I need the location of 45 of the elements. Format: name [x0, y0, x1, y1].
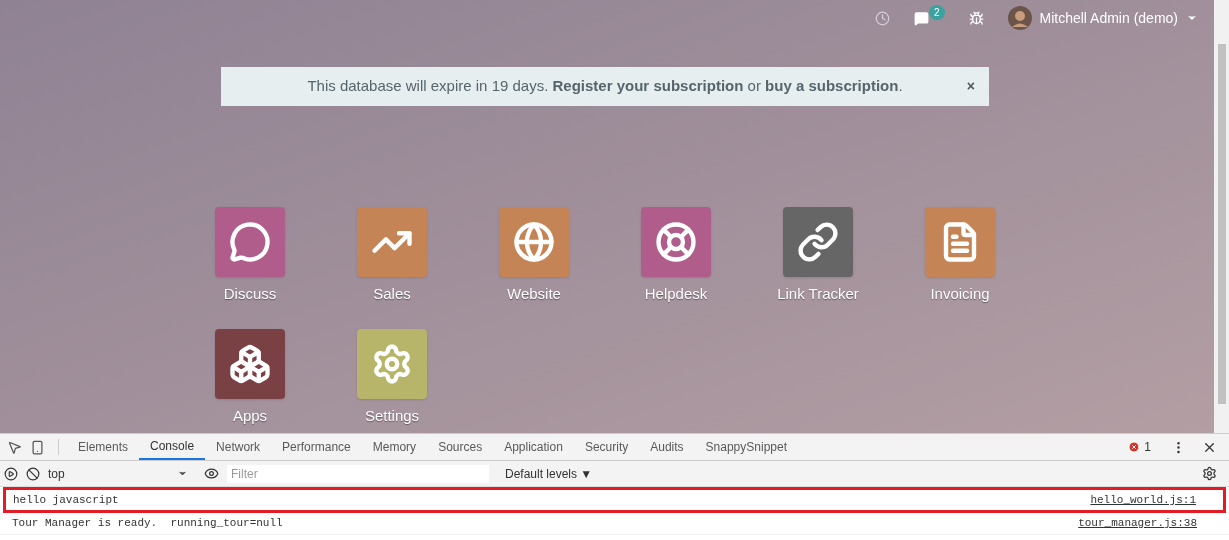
- lifebuoy-icon: [655, 221, 697, 263]
- chat-icon[interactable]: [913, 10, 929, 26]
- avatar[interactable]: [1007, 6, 1032, 30]
- chain-link-icon: [797, 221, 839, 263]
- devtools-tab[interactable]: Audits: [639, 434, 695, 460]
- source-link[interactable]: hello_world.js:1: [1090, 491, 1196, 509]
- devtools-tab[interactable]: Memory: [361, 434, 428, 460]
- app-tile[interactable]: [357, 207, 427, 277]
- message-text: Tour Manager is ready. running_tour=null: [12, 516, 283, 532]
- devtools-tab[interactable]: Sources: [427, 434, 494, 460]
- source-link[interactable]: tour_manager.js:38: [1078, 515, 1197, 532]
- close-button[interactable]: ×: [966, 76, 975, 97]
- globe-icon: [513, 221, 555, 263]
- filter-field[interactable]: Filter: [227, 464, 489, 483]
- app-tile[interactable]: [499, 207, 569, 277]
- app-tile[interactable]: [641, 207, 711, 277]
- chat-bubble-icon: [229, 221, 271, 263]
- gear-icon: [371, 342, 413, 385]
- sidebar-toggle-icon[interactable]: [4, 466, 18, 481]
- app-tile[interactable]: [357, 328, 427, 399]
- app-tile[interactable]: [215, 328, 285, 399]
- message-text: hello javascript: [13, 492, 119, 508]
- notification-badge: 2: [928, 4, 945, 20]
- devtools-tab[interactable]: Elements: [67, 434, 140, 460]
- scrollbar[interactable]: [1214, 0, 1229, 433]
- devtools-tab[interactable]: Application: [493, 434, 574, 460]
- app-tile[interactable]: [215, 207, 285, 277]
- clear-console-icon[interactable]: [26, 466, 40, 481]
- context-select[interactable]: top: [48, 464, 188, 483]
- notice-text: This database will expire in 19 days. Register your subscription or buy a subscription.: [307, 76, 903, 97]
- app-tile[interactable]: [783, 207, 853, 277]
- levels-dropdown[interactable]: Default levels ▼: [505, 464, 593, 483]
- error-icon[interactable]: [1128, 441, 1141, 453]
- error-count[interactable]: 1: [1144, 438, 1151, 456]
- devtools-tab[interactable]: Security: [573, 434, 640, 460]
- cubes-icon: [229, 342, 271, 385]
- devtools-tab[interactable]: SnappySnippet: [694, 434, 798, 460]
- eye-icon[interactable]: [204, 466, 219, 481]
- bug-icon[interactable]: [968, 10, 984, 26]
- app-tile[interactable]: [925, 207, 995, 277]
- device-icon[interactable]: [30, 439, 45, 455]
- devtools-tab[interactable]: Network: [205, 434, 272, 460]
- devtools-tab[interactable]: Performance: [271, 434, 362, 460]
- settings-icon[interactable]: [1202, 466, 1217, 481]
- inspect-icon[interactable]: [7, 439, 22, 455]
